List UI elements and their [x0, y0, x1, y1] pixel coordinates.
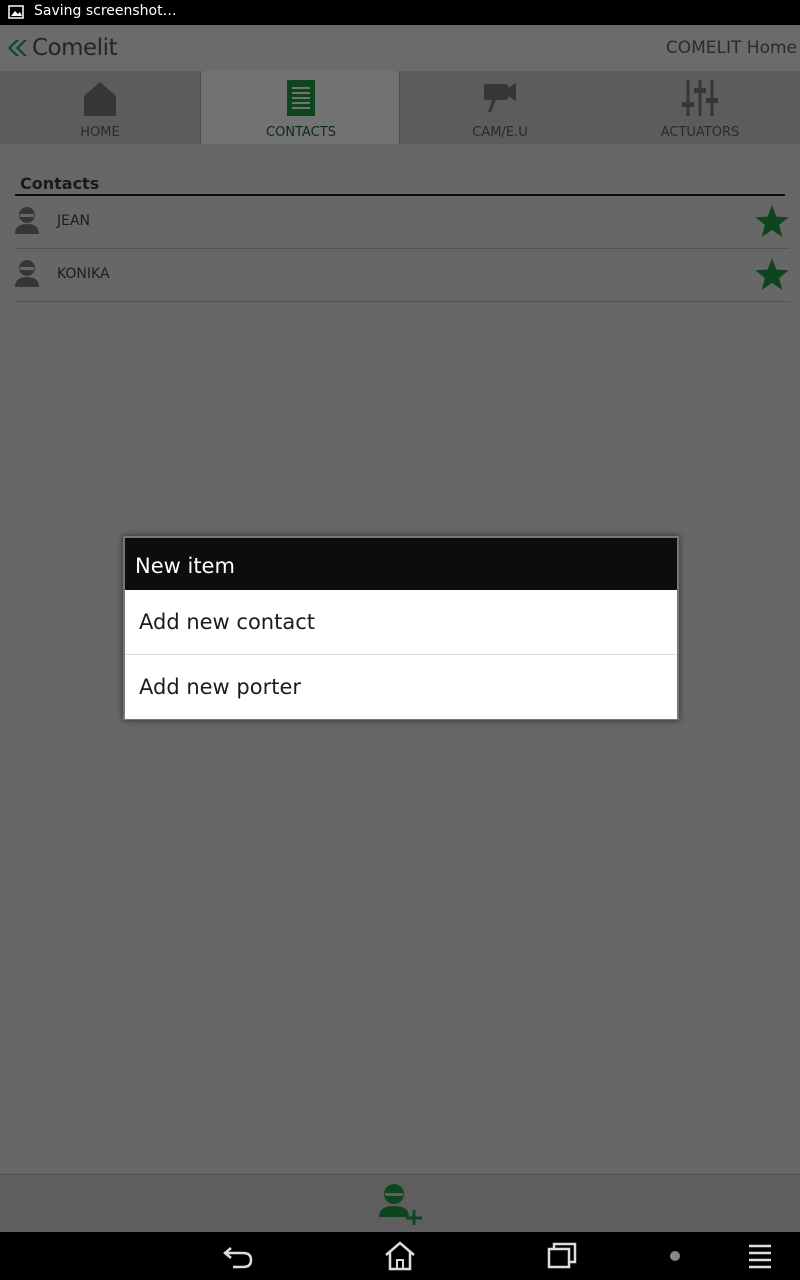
dialog-header: New item [125, 538, 677, 590]
dialog-title: New item [135, 554, 235, 578]
status-text: Saving screenshot… [34, 3, 177, 19]
option-label: Add new porter [139, 675, 302, 699]
menu-icon[interactable] [740, 1240, 780, 1272]
recent-apps-icon[interactable] [542, 1240, 582, 1272]
dot-icon[interactable] [655, 1240, 695, 1272]
status-bar: Saving screenshot… [0, 0, 800, 25]
add-new-porter-option[interactable]: Add new porter [125, 655, 677, 719]
new-item-dialog: New item Add new contact Add new porter [123, 536, 679, 720]
home-icon[interactable] [380, 1240, 420, 1272]
image-icon [8, 5, 24, 19]
back-icon[interactable] [219, 1240, 259, 1272]
system-nav-bar [0, 1232, 800, 1280]
option-label: Add new contact [139, 610, 315, 634]
add-new-contact-option[interactable]: Add new contact [125, 590, 677, 654]
